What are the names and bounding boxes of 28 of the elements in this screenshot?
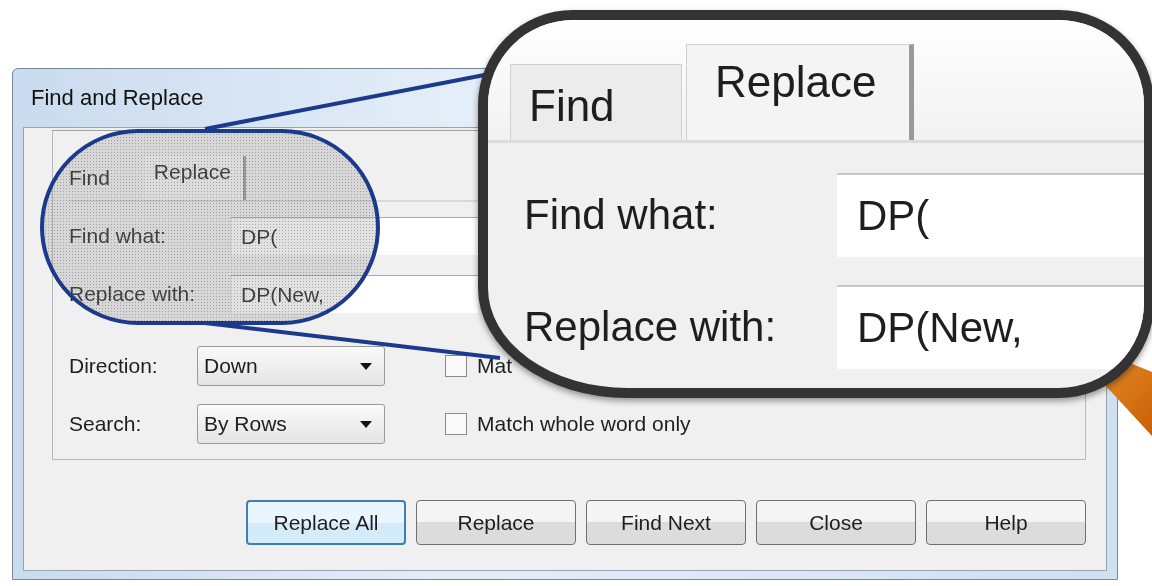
input-field[interactable]: DP( — [837, 173, 1144, 257]
window-title: Find and Replace — [31, 85, 204, 111]
tab[interactable]: Find — [510, 64, 682, 140]
tab[interactable]: Replace — [143, 156, 246, 200]
dialog-button[interactable]: Close — [756, 500, 916, 545]
input-field[interactable]: DP(New, — [837, 285, 1144, 369]
checkbox-label: Match whole word only — [477, 412, 691, 436]
dropdown[interactable]: By Rows — [197, 404, 385, 444]
caret-icon — [360, 420, 372, 428]
field-label: Replace with: — [69, 282, 197, 306]
dialog-button[interactable]: Help — [926, 500, 1086, 545]
dropdown[interactable]: Down — [197, 346, 385, 386]
caret-icon — [360, 362, 372, 370]
field-label: Find what: — [69, 224, 167, 248]
checkbox-label: Mat — [477, 354, 512, 378]
dialog-button[interactable]: Replace — [416, 500, 576, 545]
field-label: Find what: — [524, 191, 719, 239]
option-label: Direction: — [69, 354, 159, 378]
input-field[interactable]: DP(New, — [230, 275, 478, 313]
checkbox[interactable] — [445, 413, 467, 435]
dialog-button[interactable]: Replace All — [246, 500, 406, 545]
tab[interactable]: Find — [69, 160, 124, 200]
dialog-button[interactable]: Find Next — [586, 500, 746, 545]
input-field[interactable]: DP( — [230, 217, 478, 255]
checkbox[interactable] — [445, 355, 467, 377]
option-label: Search: — [69, 412, 143, 436]
field-label: Replace with: — [524, 303, 778, 351]
tab[interactable]: Replace — [686, 44, 914, 140]
